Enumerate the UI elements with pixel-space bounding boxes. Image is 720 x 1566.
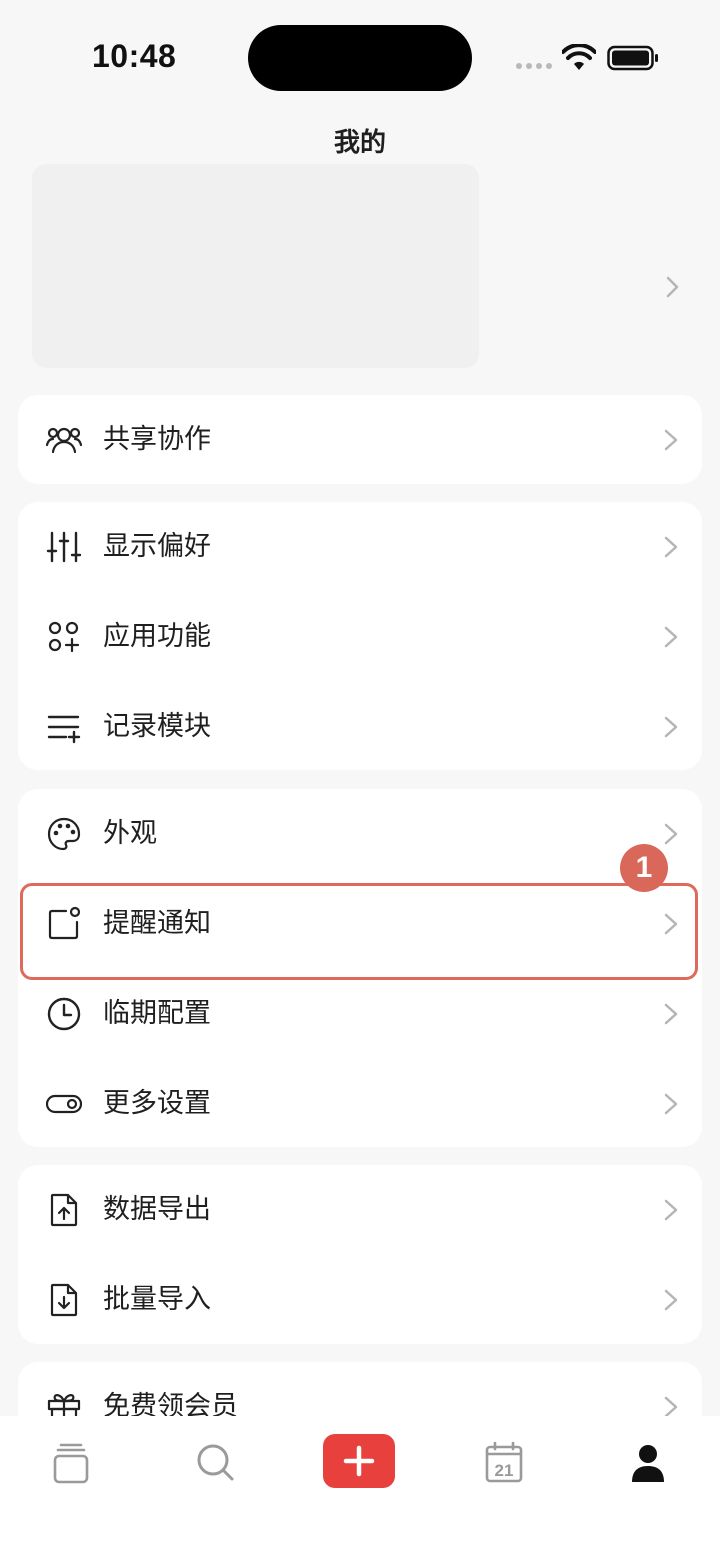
list-add-icon — [47, 715, 81, 744]
chevron-right-icon — [664, 429, 678, 451]
palette-icon — [47, 817, 81, 851]
menu-item-share-collab[interactable]: 共享协作 — [18, 395, 702, 485]
chevron-right-icon — [664, 1199, 678, 1221]
people-icon — [46, 427, 82, 454]
dynamic-island — [248, 25, 472, 91]
settings-group-preferences: 显示偏好 应用功能 记录模块 — [18, 502, 702, 770]
status-bar: 10:48 — [0, 0, 720, 110]
menu-item-app-features[interactable]: 应用功能 — [18, 592, 702, 682]
cards-icon[interactable] — [41, 1434, 101, 1494]
step-badge: 1 — [620, 844, 668, 892]
menu-item-data-export[interactable]: 数据导出 — [18, 1165, 702, 1255]
clock-icon — [47, 997, 81, 1031]
profile-card[interactable] — [32, 164, 479, 368]
chevron-right-icon[interactable] — [660, 272, 684, 302]
cellular-signal-icon — [516, 63, 552, 69]
chevron-right-icon — [664, 536, 678, 558]
menu-item-appearance[interactable]: 外观 — [18, 789, 702, 879]
add-button[interactable] — [323, 1434, 395, 1488]
chevron-right-icon — [664, 1003, 678, 1025]
sliders-icon — [46, 531, 82, 563]
person-icon[interactable] — [618, 1434, 678, 1494]
tab-bar: 21 — [0, 1416, 720, 1566]
calendar-icon[interactable]: 21 — [474, 1434, 534, 1494]
menu-item-label: 临期配置 — [103, 998, 211, 1029]
menu-item-more-settings[interactable]: 更多设置 — [18, 1059, 702, 1149]
menu-item-label: 显示偏好 — [103, 531, 211, 562]
battery-icon — [607, 45, 658, 71]
chevron-right-icon — [664, 1093, 678, 1115]
file-export-icon — [50, 1193, 78, 1227]
menu-item-label: 外观 — [103, 818, 157, 849]
menu-item-expiry-config[interactable]: 临期配置 — [18, 969, 702, 1059]
calendar-day: 21 — [495, 1461, 514, 1480]
menu-item-label: 数据导出 — [103, 1194, 211, 1225]
file-import-icon — [50, 1283, 78, 1317]
menu-item-batch-import[interactable]: 批量导入 — [18, 1255, 702, 1345]
page-title: 我的 — [333, 128, 386, 158]
chevron-right-icon — [664, 823, 678, 845]
menu-item-label: 更多设置 — [103, 1088, 211, 1119]
toggle-icon — [46, 1094, 82, 1114]
search-icon[interactable] — [186, 1434, 246, 1494]
chevron-right-icon — [664, 1289, 678, 1311]
add-icon — [343, 1445, 375, 1477]
highlight-box — [20, 883, 698, 980]
chevron-right-icon — [664, 716, 678, 738]
settings-group-data: 数据导出 批量导入 — [18, 1165, 702, 1344]
menu-item-record-modules[interactable]: 记录模块 — [18, 682, 702, 772]
menu-item-label: 批量导入 — [103, 1284, 211, 1315]
menu-item-label: 记录模块 — [103, 711, 211, 742]
chevron-right-icon — [664, 626, 678, 648]
menu-item-label: 共享协作 — [103, 424, 211, 455]
status-time: 10:48 — [92, 38, 177, 74]
wifi-icon — [562, 44, 596, 70]
menu-item-label: 应用功能 — [103, 621, 211, 652]
settings-group-collab: 共享协作 — [18, 395, 702, 484]
menu-item-display-preferences[interactable]: 显示偏好 — [18, 502, 702, 592]
apps-icon — [48, 621, 80, 653]
